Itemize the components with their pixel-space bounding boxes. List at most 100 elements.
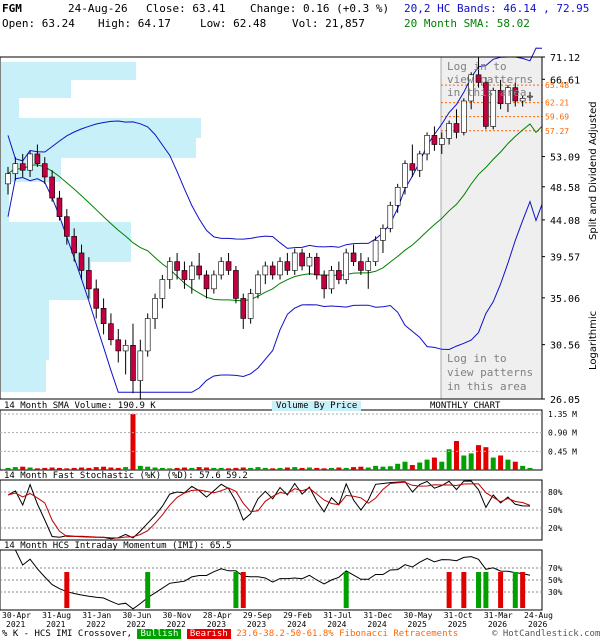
volume-bar <box>5 467 11 470</box>
volume-bar <box>20 466 26 470</box>
imi-title: 14 Month HCS Intraday Momentum (IMI): 65… <box>4 541 232 551</box>
candle-body <box>49 176 55 199</box>
volume-bar <box>358 466 364 470</box>
volume-bar <box>395 463 401 470</box>
volume-bar <box>262 467 268 470</box>
candle-body <box>446 123 452 139</box>
bearish-badge: Bearish <box>186 629 231 639</box>
log-label-wrap: Logarithmic <box>588 300 600 380</box>
bullish-badge: Bullish <box>137 629 182 639</box>
imi-crossover-marker <box>343 572 349 608</box>
y-tick-label: 71.12 <box>550 53 580 64</box>
x-tick-year: 2022 <box>126 620 145 629</box>
volume-bar <box>226 468 232 470</box>
volume-bar <box>204 467 210 470</box>
volume-by-price-bar <box>1 300 49 360</box>
x-tick-year: 2021 <box>46 620 65 629</box>
candle-body <box>247 293 254 319</box>
y-tick-label: 35.06 <box>550 294 580 305</box>
candle-body <box>255 274 261 294</box>
volume-bar <box>101 466 107 470</box>
x-tick-label: 30-Jun <box>122 611 151 620</box>
volume-bar <box>461 455 467 470</box>
imi-crossover-marker <box>512 572 518 608</box>
volume-bar <box>512 461 518 470</box>
volume-by-price-bar <box>1 360 46 392</box>
imi-tick-label: 70% <box>548 564 563 573</box>
candle-body <box>431 135 438 145</box>
x-tick-label: 24-Aug <box>524 611 553 620</box>
y-tick-label: 30.56 <box>550 341 580 352</box>
volume-bar <box>402 461 408 470</box>
candle-body <box>181 270 188 280</box>
split-adjusted-label: Split and Dividend Adjusted <box>588 101 599 240</box>
candle-body <box>27 153 33 171</box>
volume-bar <box>284 467 290 470</box>
volume-bar <box>476 445 482 470</box>
pattern-login-bottom[interactable]: Log in to view patterns in this area <box>447 352 533 394</box>
candle-body <box>100 308 107 324</box>
candle-body <box>416 153 423 171</box>
volume-bar <box>292 467 298 470</box>
x-tick-year: 2024 <box>287 620 306 629</box>
candle-body <box>211 274 217 290</box>
volume-bar <box>417 462 423 470</box>
x-tick-label: 30-May <box>404 611 433 620</box>
volume-bar <box>373 465 379 470</box>
candle-body <box>137 350 144 381</box>
logarithmic-label: Logarithmic <box>588 310 599 370</box>
volume-bar <box>159 467 165 470</box>
pattern-login-top[interactable]: Log in to view patterns in this area <box>447 60 533 99</box>
candle-body <box>284 261 291 271</box>
volume-bar <box>365 467 371 470</box>
volume-bar <box>431 457 437 470</box>
volume-title: 14 Month SMA Volume: 190.9 K <box>4 401 156 411</box>
imi-crossover-marker <box>446 572 452 608</box>
x-tick-label: 31-Dec <box>363 611 392 620</box>
volume-bar <box>108 467 114 470</box>
candle-body <box>461 100 467 133</box>
volume-bar <box>12 467 18 470</box>
volume-bar <box>527 467 533 470</box>
candle-body <box>78 252 85 271</box>
x-tick-label: 31-Oct <box>444 611 473 620</box>
stoch-title: 14 Month Fast Stochastic (%K) (%D): 57.6… <box>4 471 248 481</box>
x-tick-label: 31-Aug <box>42 611 71 620</box>
x-tick-year: 2025 <box>408 620 427 629</box>
candle-body <box>269 265 276 276</box>
volume-bar <box>196 467 202 470</box>
volume-bar <box>167 468 173 470</box>
volume-bar <box>49 467 55 470</box>
candle-body <box>299 252 305 267</box>
x-tick-year: 2026 <box>528 620 547 629</box>
x-tick-label: 29-Feb <box>283 611 312 620</box>
imi-crossover-marker <box>483 572 489 608</box>
x-tick-year: 2022 <box>167 620 186 629</box>
candle-body <box>350 252 357 262</box>
volume-bar <box>299 467 305 470</box>
candle-body <box>159 279 166 299</box>
y-tick-label: 48.58 <box>550 183 580 194</box>
volume-bar <box>505 459 511 470</box>
copyright[interactable]: © HotCandlestick.com <box>492 629 600 639</box>
y-tick-label: 66.61 <box>550 75 580 86</box>
candle-body <box>291 252 298 271</box>
period-label: MONTHLY CHART <box>430 401 501 411</box>
x-tick-label: 31-Jul <box>323 611 352 620</box>
candle-body <box>130 344 136 381</box>
volume-bar <box>123 467 129 470</box>
candle-body <box>34 153 41 164</box>
candle-body <box>144 318 151 352</box>
candle-body <box>166 261 173 280</box>
candle-body <box>409 163 416 171</box>
fibonacci-note: 23.6-38.2-50-61.8% Fibonacci Retracement… <box>236 629 459 639</box>
pattern-line-1: Log in to <box>447 60 507 73</box>
volume-bar <box>336 467 342 470</box>
volume-bar <box>248 467 254 470</box>
volume-bar <box>483 447 489 470</box>
volume-by-price-bar <box>1 80 71 98</box>
volume-bar <box>93 467 99 470</box>
x-tick-label: 31-Jan <box>82 611 111 620</box>
volume-bar <box>86 467 92 470</box>
volume-bar <box>56 467 62 470</box>
